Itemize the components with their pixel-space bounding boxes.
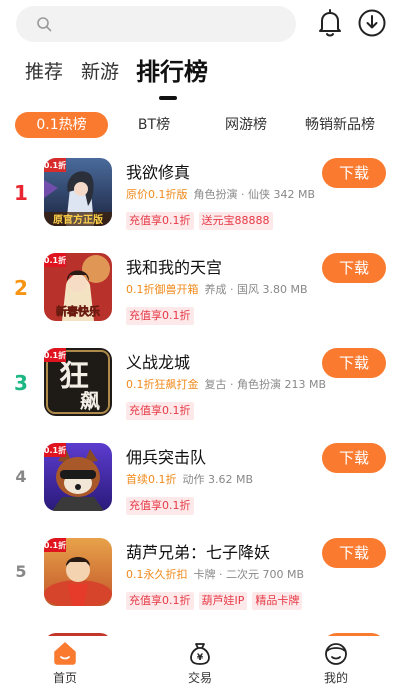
game-category: 角色扮演 · 仙侠 xyxy=(193,188,271,201)
game-name[interactable]: 我欲修真 xyxy=(126,159,190,183)
tag: 充值享0.1折 xyxy=(126,497,194,515)
svg-text:0.1折: 0.1折 xyxy=(44,540,66,550)
game-tags: 充值享0.1折 送元宝88888 xyxy=(126,209,278,230)
svg-text:0.1折: 0.1折 xyxy=(44,255,66,265)
game-size: 342 MB xyxy=(273,188,316,201)
game-name[interactable]: 葫芦兄弟：七子降妖 xyxy=(126,539,270,563)
game-list-item[interactable]: 2 0.1折 新春快乐 我和我的天宫 0.1折御兽开箱 养成 · 国风 3.80 … xyxy=(0,243,400,338)
game-category: 动作 xyxy=(182,473,205,486)
nav-label: 交易 xyxy=(187,671,212,685)
rank-number: 1 xyxy=(14,181,28,205)
search-input[interactable] xyxy=(16,6,296,42)
download-button[interactable]: 下载 xyxy=(322,443,386,473)
rank-number: 2 xyxy=(14,276,28,300)
nav-label: 我的 xyxy=(323,671,348,685)
tag: 充值享0.1折 xyxy=(126,307,194,325)
game-icon[interactable]: 0.1折 新春快乐 xyxy=(44,253,112,321)
game-promo: 原价0.1折版 xyxy=(126,188,188,201)
subtab-bestseller[interactable]: 畅销新品榜 xyxy=(298,112,382,138)
game-meta: 原价0.1折版 角色扮演 · 仙侠 342 MB xyxy=(126,186,315,202)
game-promo: 0.1折狂飙打金 xyxy=(126,378,199,391)
game-category: 养成 · 国风 xyxy=(204,283,260,296)
home-icon xyxy=(54,642,76,665)
rank-number: 4 xyxy=(15,467,27,486)
game-tags: 充值享0.1折 葫芦娃IP 精品卡牌 xyxy=(126,589,307,610)
download-button[interactable]: 下载 xyxy=(322,538,386,568)
game-category: 卡牌 · 二次元 xyxy=(193,568,260,581)
bottom-nav: 首页 ¥ 交易 我的 xyxy=(0,636,400,690)
game-meta: 首续0.1折 动作 3.62 MB xyxy=(126,471,253,487)
game-name[interactable]: 佣兵突击队 xyxy=(126,444,206,468)
game-name[interactable]: 义战龙城 xyxy=(126,349,190,373)
money-bag-icon: ¥ xyxy=(190,643,210,665)
download-button[interactable]: 下载 xyxy=(322,158,386,188)
game-icon[interactable]: 0.1折 原官方正版 xyxy=(44,158,112,226)
download-button[interactable]: 下载 xyxy=(322,348,386,378)
ranking-sub-tabs: 0.1热榜 BT榜 网游榜 畅销新品榜 xyxy=(0,111,400,139)
nav-mine[interactable]: 我的 xyxy=(306,640,366,686)
tag: 充值享0.1折 xyxy=(126,592,194,610)
tag: 精品卡牌 xyxy=(252,592,303,610)
nav-label: 首页 xyxy=(52,671,77,685)
game-tags: 充值享0.1折 xyxy=(126,304,199,325)
game-size: 213 MB xyxy=(284,378,327,391)
bell-icon[interactable] xyxy=(316,8,344,38)
game-meta: 0.1永久折扣 卡牌 · 二次元 700 MB xyxy=(126,566,304,582)
rank-number: 5 xyxy=(15,562,27,581)
game-tags: 充值享0.1折 xyxy=(126,494,199,515)
svg-text:¥: ¥ xyxy=(197,653,204,663)
tab-recommend[interactable]: 推荐 xyxy=(25,57,63,84)
game-size: 700 MB xyxy=(262,568,305,581)
tag: 葫芦娃IP xyxy=(198,592,248,610)
game-meta: 0.1折御兽开箱 养成 · 国风 3.80 MB xyxy=(126,281,308,297)
svg-text:0.1折: 0.1折 xyxy=(44,445,66,455)
game-size: 3.80 MB xyxy=(262,283,308,296)
tab-new-games[interactable]: 新游 xyxy=(81,57,119,84)
game-tags: 充值享0.1折 xyxy=(126,399,199,420)
download-button[interactable]: 下载 xyxy=(322,253,386,283)
game-promo: 0.1折御兽开箱 xyxy=(126,283,199,296)
game-icon[interactable]: 狂 飙 0.1折 xyxy=(44,348,112,416)
game-promo: 首续0.1折 xyxy=(126,473,177,486)
game-meta: 0.1折狂飙打金 复古 · 角色扮演 213 MB xyxy=(126,376,326,392)
nav-home[interactable]: 首页 xyxy=(35,640,95,686)
game-list-item[interactable]: 4 0.1折 佣兵突击队 首续0.1折 动作 3.62 MB 充值享0.1折 下… xyxy=(0,433,400,528)
download-circle-icon[interactable] xyxy=(357,8,387,38)
subtab-hot[interactable]: 0.1热榜 xyxy=(15,112,108,138)
active-tab-indicator xyxy=(159,96,177,100)
svg-text:原官方正版: 原官方正版 xyxy=(53,213,103,226)
game-icon[interactable]: 0.1折 xyxy=(44,538,112,606)
svg-text:飙: 飙 xyxy=(80,389,100,413)
top-bar xyxy=(0,0,400,48)
game-promo: 0.1永久折扣 xyxy=(126,568,188,581)
game-name[interactable]: 我和我的天宫 xyxy=(126,254,222,278)
svg-text:0.1折: 0.1折 xyxy=(44,350,66,360)
tag: 充值享0.1折 xyxy=(126,212,194,230)
tab-rankings[interactable]: 排行榜 xyxy=(136,52,208,87)
game-list-item[interactable]: 5 0.1折 葫芦兄弟：七子降妖 0.1永久折扣 卡牌 · 二次元 700 MB … xyxy=(0,528,400,623)
main-tabs: 推荐 新游 排行榜 xyxy=(0,52,400,102)
search-icon xyxy=(37,17,52,32)
subtab-bt[interactable]: BT榜 xyxy=(124,112,184,138)
tag: 充值享0.1折 xyxy=(126,402,194,420)
game-icon[interactable]: 0.1折 xyxy=(44,443,112,511)
svg-text:0.1折: 0.1折 xyxy=(44,160,66,170)
subtab-online[interactable]: 网游榜 xyxy=(216,112,276,138)
rank-number: 3 xyxy=(14,371,28,395)
game-list-item[interactable]: 3 狂 飙 0.1折 义战龙城 0.1折狂飙打金 复古 · 角色扮演 213 MB… xyxy=(0,338,400,433)
game-category: 复古 · 角色扮演 xyxy=(204,378,282,391)
game-list-item[interactable]: 1 0.1折 原官方正版 我欲修真 原价0.1折版 角色扮演 · 仙侠 342 M… xyxy=(0,148,400,243)
game-size: 3.62 MB xyxy=(208,473,254,486)
svg-text:新春快乐: 新春快乐 xyxy=(56,304,100,318)
tag: 送元宝88888 xyxy=(198,212,273,230)
nav-trade[interactable]: ¥ 交易 xyxy=(170,640,230,686)
profile-face-icon xyxy=(325,643,347,665)
